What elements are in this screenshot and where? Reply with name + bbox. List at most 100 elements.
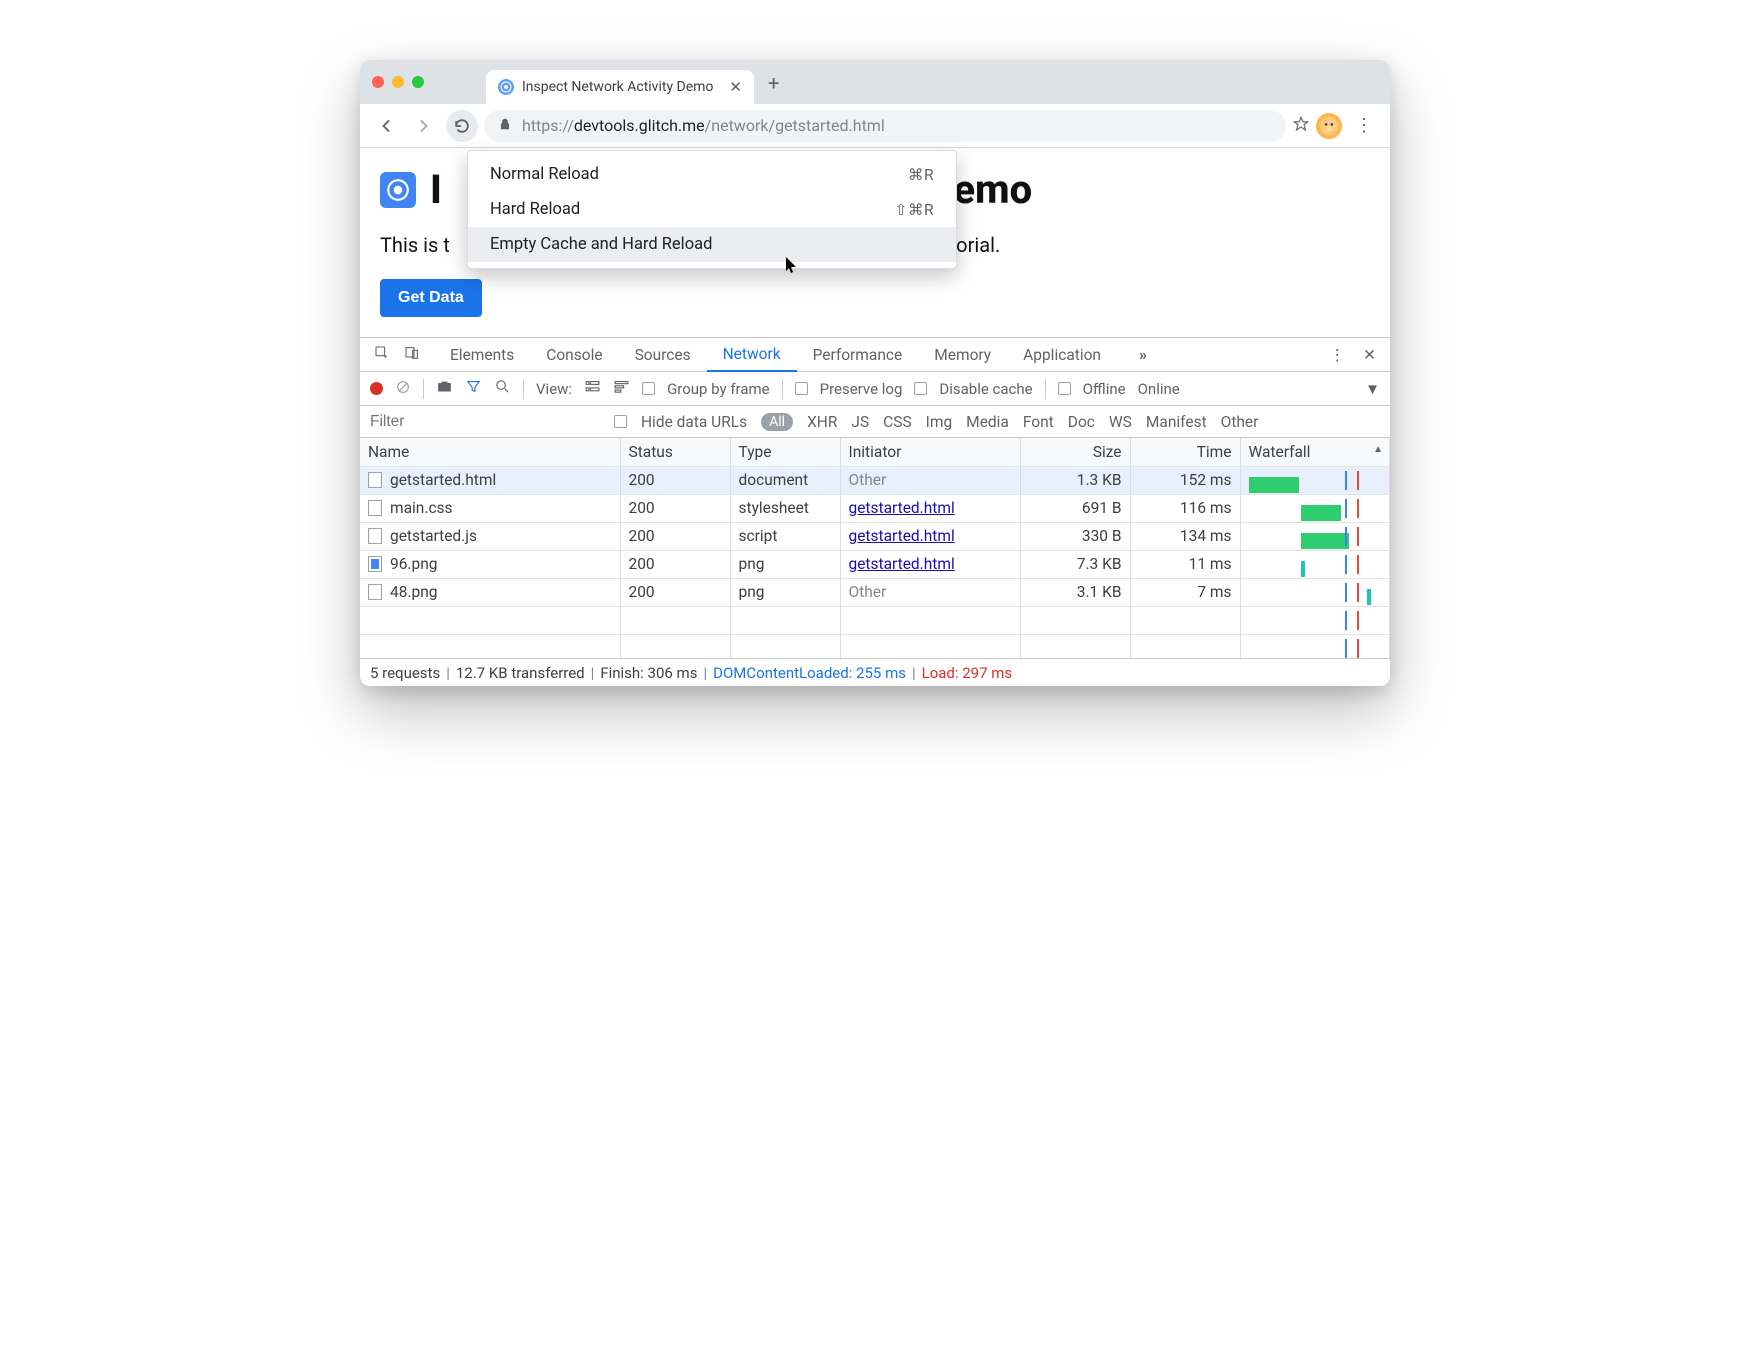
menu-hard-reload[interactable]: Hard Reload ⇧⌘R xyxy=(468,192,956,227)
tab-console[interactable]: Console xyxy=(530,338,618,371)
back-button[interactable] xyxy=(370,110,402,142)
address-bar[interactable]: https://devtools.glitch.me/network/getst… xyxy=(484,110,1286,142)
preserve-log-checkbox[interactable] xyxy=(795,382,808,395)
tabs-overflow-button[interactable]: » xyxy=(1123,338,1163,371)
initiator-link[interactable]: getstarted.html xyxy=(849,527,955,545)
filter-type-css[interactable]: CSS xyxy=(883,413,912,431)
table-row[interactable]: getstarted.html200documentOther1.3 KB152… xyxy=(360,466,1390,494)
preserve-log-label: Preserve log xyxy=(820,380,903,398)
filter-type-js[interactable]: JS xyxy=(851,413,869,431)
filter-icon[interactable] xyxy=(465,378,482,399)
settings-dropdown-icon[interactable]: ▼ xyxy=(1365,380,1380,398)
filter-input[interactable] xyxy=(370,411,600,433)
throttling-select[interactable]: Online xyxy=(1138,380,1180,398)
hide-data-urls-checkbox[interactable] xyxy=(614,415,627,428)
devtools-panel: Elements Console Sources Network Perform… xyxy=(360,337,1390,686)
page-logo-icon xyxy=(380,172,416,208)
file-icon xyxy=(368,528,382,544)
filter-type-doc[interactable]: Doc xyxy=(1068,413,1095,431)
waterfall-bar xyxy=(1249,499,1382,518)
group-by-frame-checkbox[interactable] xyxy=(642,382,655,395)
browser-tab[interactable]: Inspect Network Activity Demo ✕ xyxy=(486,70,754,104)
close-window-button[interactable] xyxy=(372,76,384,88)
mouse-cursor-icon xyxy=(785,257,799,279)
table-row[interactable]: 48.png200pngOther3.1 KB7 ms xyxy=(360,578,1390,606)
filter-type-font[interactable]: Font xyxy=(1023,413,1054,431)
tab-network[interactable]: Network xyxy=(707,339,797,372)
reload-button[interactable] xyxy=(446,110,478,142)
tab-title: Inspect Network Activity Demo xyxy=(522,79,713,95)
offline-checkbox[interactable] xyxy=(1058,382,1071,395)
record-button[interactable] xyxy=(370,382,383,395)
tab-memory[interactable]: Memory xyxy=(918,338,1007,371)
maximize-window-button[interactable] xyxy=(412,76,424,88)
table-header-row: Name Status Type Initiator Size Time Wat… xyxy=(360,438,1390,466)
minimize-window-button[interactable] xyxy=(392,76,404,88)
search-icon[interactable] xyxy=(494,378,511,399)
get-data-button[interactable]: Get Data xyxy=(380,279,482,317)
waterfall-bar xyxy=(1249,583,1382,602)
initiator-text: Other xyxy=(849,583,887,601)
address-toolbar: https://devtools.glitch.me/network/getst… xyxy=(360,104,1390,148)
menu-empty-cache-hard-reload[interactable]: Empty Cache and Hard Reload xyxy=(468,227,956,262)
forward-button[interactable] xyxy=(408,110,440,142)
browser-window: Inspect Network Activity Demo ✕ + https:… xyxy=(360,60,1390,686)
filter-type-media[interactable]: Media xyxy=(966,413,1009,431)
waterfall-bar xyxy=(1249,555,1382,574)
inspect-element-icon[interactable] xyxy=(374,345,390,365)
hide-data-urls-label: Hide data URLs xyxy=(641,413,747,431)
favicon-icon xyxy=(498,79,514,95)
tab-application[interactable]: Application xyxy=(1007,338,1117,371)
status-finish: Finish: 306 ms xyxy=(600,664,697,682)
new-tab-button[interactable]: + xyxy=(768,71,779,95)
table-row[interactable]: main.css200stylesheetgetstarted.html691 … xyxy=(360,494,1390,522)
filter-type-xhr[interactable]: XHR xyxy=(807,413,837,431)
clear-button[interactable] xyxy=(395,379,411,399)
tab-elements[interactable]: Elements xyxy=(434,338,530,371)
tab-sources[interactable]: Sources xyxy=(619,338,707,371)
filter-type-img[interactable]: Img xyxy=(926,413,953,431)
col-time[interactable]: Time xyxy=(1130,438,1240,466)
status-requests: 5 requests xyxy=(370,664,440,682)
tab-strip: Inspect Network Activity Demo ✕ + xyxy=(360,60,1390,104)
table-row[interactable]: 96.png200pnggetstarted.html7.3 KB11 ms xyxy=(360,550,1390,578)
capture-screenshots-icon[interactable] xyxy=(436,378,453,399)
devtools-close-button[interactable]: ✕ xyxy=(1363,346,1376,364)
overview-icon[interactable] xyxy=(613,378,630,399)
filter-type-manifest[interactable]: Manifest xyxy=(1146,413,1207,431)
menu-button[interactable]: ⋮ xyxy=(1348,110,1380,142)
close-tab-button[interactable]: ✕ xyxy=(729,78,742,96)
filter-type-ws[interactable]: WS xyxy=(1109,413,1132,431)
lock-icon xyxy=(498,116,512,135)
menu-normal-reload[interactable]: Normal Reload ⌘R xyxy=(468,157,956,192)
view-label: View: xyxy=(536,380,572,398)
bookmark-button[interactable] xyxy=(1292,115,1310,137)
url-text: https://devtools.glitch.me/network/getst… xyxy=(522,116,885,135)
devtools-menu-button[interactable]: ⋮ xyxy=(1330,346,1346,364)
menu-item-label: Hard Reload xyxy=(490,200,580,219)
disable-cache-checkbox[interactable] xyxy=(914,382,927,395)
devtools-tab-bar: Elements Console Sources Network Perform… xyxy=(360,338,1390,372)
filter-type-other[interactable]: Other xyxy=(1221,413,1259,431)
col-type[interactable]: Type xyxy=(730,438,840,466)
status-domcontentloaded: DOMContentLoaded: 255 ms xyxy=(713,664,906,682)
col-name[interactable]: Name xyxy=(360,438,620,466)
status-transferred: 12.7 KB transferred xyxy=(456,664,585,682)
network-statusbar: 5 requests | 12.7 KB transferred | Finis… xyxy=(360,658,1390,686)
menu-item-label: Normal Reload xyxy=(490,165,599,184)
large-rows-icon[interactable] xyxy=(584,378,601,399)
table-row[interactable]: getstarted.js200scriptgetstarted.html330… xyxy=(360,522,1390,550)
tab-performance[interactable]: Performance xyxy=(797,338,919,371)
profile-avatar[interactable] xyxy=(1316,113,1342,139)
network-toolbar: View: Group by frame Preserve log Disabl… xyxy=(360,372,1390,406)
device-toolbar-icon[interactable] xyxy=(404,345,420,365)
filter-type-all[interactable]: All xyxy=(761,413,793,431)
table-row-empty xyxy=(360,606,1390,634)
col-size[interactable]: Size xyxy=(1020,438,1130,466)
initiator-link[interactable]: getstarted.html xyxy=(849,555,955,573)
col-status[interactable]: Status xyxy=(620,438,730,466)
col-waterfall[interactable]: Waterfall▲ xyxy=(1240,438,1390,466)
menu-item-shortcut: ⇧⌘R xyxy=(894,201,934,219)
col-initiator[interactable]: Initiator xyxy=(840,438,1020,466)
initiator-link[interactable]: getstarted.html xyxy=(849,499,955,517)
